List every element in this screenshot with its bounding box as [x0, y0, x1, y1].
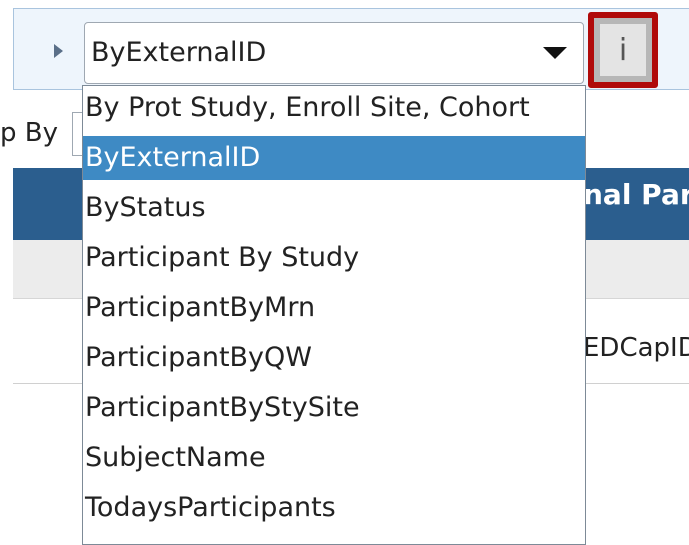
dropdown-option[interactable]: By Prot Study, Enroll Site, Cohort [83, 86, 585, 130]
dropdown-option[interactable]: TodaysParticipants [83, 486, 585, 530]
dropdown-option-selected[interactable]: ByExternalID [83, 136, 585, 180]
dropdown-option[interactable]: SubjectName [83, 436, 585, 480]
caret-down-icon [543, 47, 567, 59]
view-dropdown-list: By Prot Study, Enroll Site, Cohort ByExt… [82, 85, 586, 545]
grid-header-label: nal Part [583, 178, 689, 211]
group-by-label: p By [0, 118, 58, 148]
view-select[interactable]: ByExternalID [84, 22, 584, 84]
dropdown-option[interactable]: ByStatus [83, 186, 585, 230]
info-button[interactable]: i [600, 24, 646, 76]
view-select-value: ByExternalID [91, 37, 267, 68]
dropdown-option[interactable]: ParticipantByQW [83, 336, 585, 380]
expand-arrow-icon[interactable] [54, 44, 63, 58]
info-button-highlight: i [588, 12, 658, 88]
dropdown-option[interactable]: Participant By Study [83, 236, 585, 280]
dropdown-option[interactable]: ParticipantByStySite [83, 386, 585, 430]
grid-cell: EDCapID [583, 333, 689, 363]
dropdown-option[interactable]: ParticipantByMrn [83, 286, 585, 330]
